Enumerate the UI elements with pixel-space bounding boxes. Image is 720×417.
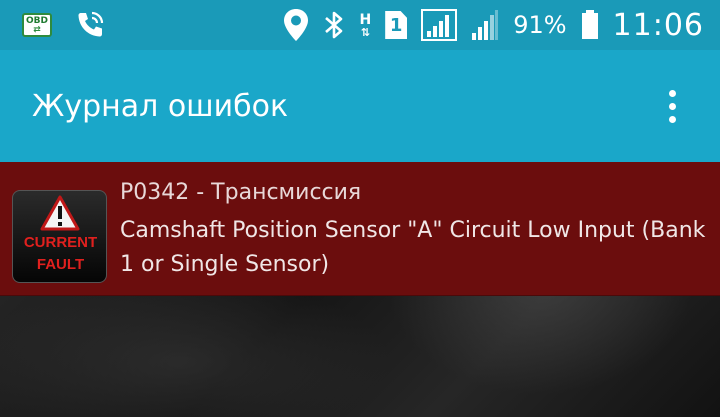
bluetooth-icon <box>323 9 345 41</box>
current-fault-icon: CURRENT FAULT <box>12 190 107 283</box>
network-h-icon: H ⇅ <box>359 13 371 38</box>
warning-triangle-icon <box>40 195 80 231</box>
network-type-label: H <box>359 11 372 28</box>
fault-icon-line1: CURRENT <box>23 234 98 251</box>
phone-wifi-icon <box>74 9 106 41</box>
app-bar: Журнал ошибок <box>0 50 720 162</box>
overflow-menu-icon[interactable] <box>662 86 682 126</box>
sim-1-icon: 1 <box>385 11 408 39</box>
page-title: Журнал ошибок <box>32 88 289 124</box>
sim-label: 1 <box>389 14 403 36</box>
error-description: Camshaft Position Sensor "A" Circuit Low… <box>120 218 706 277</box>
network-arrows: ⇅ <box>360 25 370 39</box>
error-code: P0342 - Трансмиссия <box>120 180 362 205</box>
menu-dot <box>668 115 676 123</box>
list-item[interactable]: CURRENT FAULT P0342 - Трансмиссия Camsha… <box>0 162 720 296</box>
status-bar-notifications: OBD ⇄ <box>0 9 106 41</box>
battery-icon <box>581 10 599 40</box>
signal-icon <box>421 9 458 41</box>
status-bar-system: H ⇅ 1 91% 11:06 <box>283 8 720 43</box>
obd-arrows: ⇄ <box>33 24 41 35</box>
menu-dot <box>668 89 676 97</box>
location-icon <box>283 8 309 42</box>
fault-icon-line2: FAULT <box>36 256 85 273</box>
error-log-list: CURRENT FAULT P0342 - Трансмиссия Camsha… <box>0 162 720 417</box>
signal-icon <box>471 9 499 41</box>
obd-icon: OBD ⇄ <box>22 13 52 37</box>
clock: 11:06 <box>612 7 704 43</box>
battery-percent: 91% <box>513 11 567 39</box>
status-bar: OBD ⇄ H ⇅ 1 91% 11:06 <box>0 0 720 50</box>
menu-dot <box>668 102 676 110</box>
